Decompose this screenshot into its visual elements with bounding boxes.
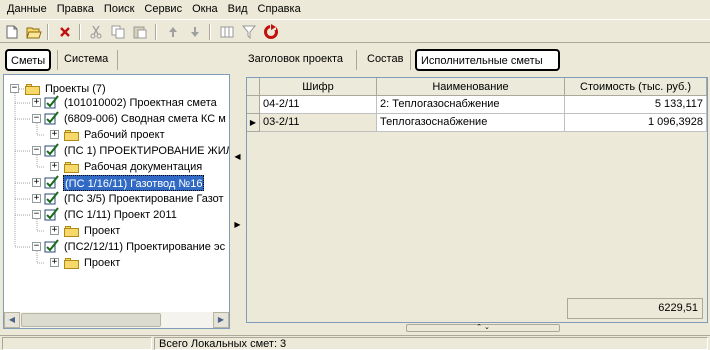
project-icon: [44, 111, 60, 125]
tree-expand-toggle[interactable]: +: [50, 130, 59, 139]
copy-icon[interactable]: [109, 23, 127, 41]
tree-expand-toggle[interactable]: +: [50, 226, 59, 235]
scroll-right-icon[interactable]: ▶: [213, 312, 229, 328]
project-icon: [44, 175, 60, 189]
menu-help[interactable]: Справка: [253, 0, 306, 19]
tree-item-project[interactable]: (ПС 1) ПРОЕКТИРОВАНИЕ ЖИЛ: [64, 143, 229, 159]
collapse-left-icon[interactable]: ◀: [234, 152, 241, 162]
delete-icon[interactable]: [56, 23, 74, 41]
folder-icon: [25, 84, 40, 95]
tree-expand-toggle[interactable]: +: [32, 98, 41, 107]
tab-composition[interactable]: Состав: [363, 49, 407, 71]
tree-item-folder[interactable]: Проект: [84, 255, 120, 271]
grid-header-indicator: [247, 78, 260, 96]
column-header-code[interactable]: Шифр: [260, 78, 377, 96]
project-icon: [44, 207, 60, 221]
tree-horizontal-scrollbar[interactable]: ◀ ▶: [4, 312, 229, 328]
tree-item-project[interactable]: (101010002) Проектная смета: [64, 95, 217, 111]
project-icon: [44, 95, 60, 109]
tab-project-header[interactable]: Заголовок проекта: [244, 49, 347, 71]
arrow-down-icon[interactable]: [186, 23, 204, 41]
cell-cost[interactable]: 1 096,3928: [565, 114, 707, 132]
cell-name[interactable]: 2: Теплогазоснабжение: [377, 96, 565, 114]
project-icon: [44, 143, 60, 157]
filter-icon[interactable]: [240, 23, 258, 41]
status-bar: Всего Локальных смет: 3: [0, 335, 710, 350]
menu-bar: Данные Правка Поиск Сервис Окна Вид Спра…: [2, 0, 708, 19]
toolbar: [0, 19, 710, 43]
open-folder-icon[interactable]: [25, 23, 43, 41]
menu-service[interactable]: Сервис: [139, 0, 187, 19]
folder-icon: [64, 162, 79, 173]
menu-view[interactable]: Вид: [223, 0, 253, 19]
cost-total: 6229,51: [567, 298, 703, 319]
tree-expand-toggle[interactable]: +: [50, 162, 59, 171]
tree-item-folder[interactable]: Рабочий проект: [84, 127, 165, 143]
tree-collapse-toggle[interactable]: −: [32, 146, 41, 155]
status-panel: [2, 337, 152, 350]
cut-icon[interactable]: [87, 23, 105, 41]
menu-windows[interactable]: Окна: [187, 0, 223, 19]
tree-expand-toggle[interactable]: +: [32, 194, 41, 203]
current-row-icon: ▶: [247, 114, 260, 132]
cell-code[interactable]: 03-2/11: [260, 114, 377, 132]
paste-icon[interactable]: [131, 23, 149, 41]
folder-icon: [64, 258, 79, 269]
columns-icon[interactable]: [218, 23, 236, 41]
tab-executive-estimates[interactable]: Исполнительные сметы: [415, 49, 560, 71]
new-doc-icon[interactable]: [3, 23, 21, 41]
tree-item-project[interactable]: (ПС 1/11) Проект 2011: [64, 207, 177, 223]
tree-expand-toggle[interactable]: +: [32, 178, 41, 187]
scroll-left-icon[interactable]: ◀: [4, 312, 20, 328]
tree-collapse-toggle[interactable]: −: [32, 114, 41, 123]
project-icon: [44, 191, 60, 205]
menu-search[interactable]: Поиск: [99, 0, 139, 19]
folder-icon: [64, 226, 79, 237]
column-header-name[interactable]: Наименование: [377, 78, 565, 96]
cell-name[interactable]: Теплогазоснабжение: [377, 114, 565, 132]
folder-icon: [64, 130, 79, 141]
menu-data[interactable]: Данные: [2, 0, 52, 19]
tree-item-project[interactable]: (6809-006) Сводная смета КС м: [64, 111, 226, 127]
expand-right-icon[interactable]: ▶: [234, 220, 241, 230]
tree-collapse-toggle[interactable]: −: [32, 242, 41, 251]
bottom-panel-toggle-icon[interactable]: ⌃ ⌄: [406, 324, 560, 332]
tree-item-selected[interactable]: (ПС 1/16/11) Газотвод №16: [63, 175, 205, 191]
status-local-estimates-count: Всего Локальных смет: 3: [154, 337, 708, 350]
scroll-thumb[interactable]: [21, 313, 161, 327]
tree-item-project[interactable]: (ПС 3/5) Проектирование Газот: [64, 191, 224, 207]
column-header-cost[interactable]: Стоимость (тыс. руб.): [565, 78, 707, 96]
menu-edit[interactable]: Правка: [52, 0, 99, 19]
tree-expand-toggle[interactable]: +: [50, 258, 59, 267]
cell-code[interactable]: 04-2/11: [260, 96, 377, 114]
tab-sistema[interactable]: Система: [60, 49, 112, 71]
tree-collapse-toggle[interactable]: −: [10, 84, 19, 93]
project-icon: [44, 239, 60, 253]
tree-item-project[interactable]: (ПС2/12/11) Проектирование эс: [64, 239, 225, 255]
project-tree: − Проекты (7) + (101010002) Проектная см…: [3, 74, 230, 329]
panel-splitter[interactable]: ◀ ▶: [233, 74, 242, 329]
arrow-up-icon[interactable]: [164, 23, 182, 41]
cell-cost[interactable]: 5 133,117: [565, 96, 707, 114]
tab-smety[interactable]: Сметы: [5, 49, 52, 71]
tree-item-folder[interactable]: Проект: [84, 223, 120, 239]
tree-item-folder[interactable]: Рабочая документация: [84, 159, 202, 175]
estimates-grid: Шифр Наименование Стоимость (тыс. руб.) …: [246, 77, 708, 323]
refresh-icon[interactable]: [262, 23, 280, 41]
tree-collapse-toggle[interactable]: −: [32, 210, 41, 219]
